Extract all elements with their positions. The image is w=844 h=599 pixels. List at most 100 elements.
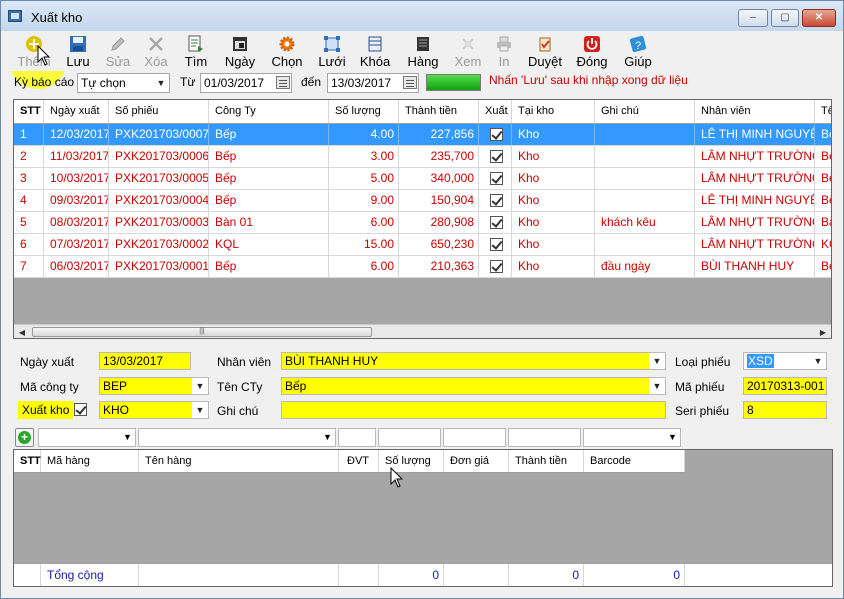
item-barcode-combo[interactable]: ▼ [583,428,681,447]
cell-voucher[interactable]: PXK201703/0006 [109,146,209,167]
cell-staff[interactable]: LÊ THỊ MINH NGUYỆT [695,124,815,145]
table-row[interactable]: 6 07/03/2017 PXK201703/0002 KQL 15.00 650,230… [14,234,831,256]
cell-date[interactable]: 08/03/2017 [44,212,109,233]
voucher-grid[interactable]: STT Ngày xuất Số phiếu Công Ty Số lượng … [13,99,832,339]
item-qty-field[interactable] [378,428,441,447]
table-row[interactable]: 3 10/03/2017 PXK201703/0005 Bếp 5.00 340,000 K… [14,168,831,190]
col-staff[interactable]: Nhân viên [695,100,815,123]
cell-extra[interactable]: KQ [815,234,831,255]
cell-warehouse[interactable]: Kho [512,146,595,167]
cell-stt[interactable]: 3 [14,168,44,189]
cell-amount[interactable]: 650,230 [399,234,479,255]
select-button[interactable]: Chọn [267,33,307,69]
cell-stt[interactable]: 4 [14,190,44,211]
cell-warehouse[interactable]: Kho [512,256,595,277]
col-amount[interactable]: Thành tiền [399,100,479,123]
scroll-right-icon[interactable]: ▶ [817,327,829,338]
close-button[interactable]: ✕ [802,9,836,27]
cell-stt[interactable]: 5 [14,212,44,233]
exported-cell[interactable] [479,234,512,255]
cell-warehouse[interactable]: Kho [512,124,595,145]
items-col-stt[interactable]: STT [14,450,41,472]
export-warehouse-checkbox[interactable] [74,403,87,416]
items-col-code[interactable]: Mã hàng [41,450,139,472]
print-button[interactable]: In [490,33,518,69]
cell-voucher[interactable]: PXK201703/0007 [109,124,209,145]
close-form-button[interactable]: Đóng [574,33,610,69]
cell-date[interactable]: 10/03/2017 [44,168,109,189]
cell-date[interactable]: 09/03/2017 [44,190,109,211]
col-warehouse[interactable]: Tại kho [512,100,595,123]
cell-voucher[interactable]: PXK201703/0003 [109,212,209,233]
cell-staff[interactable]: LÂM NHỰT TRƯỜNG [695,212,815,233]
voucher-code-field[interactable]: 20170313-001 [743,377,827,395]
exported-checkbox[interactable] [490,128,503,142]
cell-staff[interactable]: LÂM NHỰT TRƯỜNG [695,234,815,255]
from-date-picker[interactable]: 01/03/2017 [200,73,292,93]
cell-qty[interactable]: 6.00 [329,212,399,233]
items-col-name[interactable]: Tên hàng [139,450,339,472]
exported-cell[interactable] [479,256,512,277]
col-date[interactable]: Ngày xuất [44,100,109,123]
cell-amount[interactable]: 280,908 [399,212,479,233]
exported-cell[interactable] [479,212,512,233]
horizontal-scrollbar[interactable]: ◀ ||| ▶ [14,324,831,338]
cell-staff[interactable]: LÊ THỊ MINH NGUYỆT [695,190,815,211]
cell-amount[interactable]: 150,904 [399,190,479,211]
exported-checkbox[interactable] [490,150,503,164]
minimize-button[interactable]: ‒ [738,9,768,27]
delete-button[interactable]: Xóa [139,33,173,69]
note-field[interactable] [281,401,666,419]
company-code-combo[interactable]: BEP ▼ [99,377,209,395]
item-unit-field[interactable] [338,428,376,447]
date-button[interactable]: Ngày [220,33,260,69]
cell-warehouse[interactable]: Kho [512,168,595,189]
cell-qty[interactable]: 3.00 [329,146,399,167]
cell-warehouse[interactable]: Kho [512,190,595,211]
cell-extra[interactable]: Bà [815,212,831,233]
cell-extra[interactable]: Bế [815,146,831,167]
cell-note[interactable] [595,124,695,145]
cell-qty[interactable]: 4.00 [329,124,399,145]
cell-qty[interactable]: 5.00 [329,168,399,189]
cell-company[interactable]: Bếp [209,256,329,277]
cell-company[interactable]: Bếp [209,124,329,145]
cell-company[interactable]: Bàn 01 [209,212,329,233]
col-note[interactable]: Ghi chú [595,100,695,123]
col-qty[interactable]: Số lượng [329,100,399,123]
exported-checkbox[interactable] [490,238,503,252]
col-exported[interactable]: Xuất [479,100,512,123]
cell-company[interactable]: Bếp [209,168,329,189]
exported-cell[interactable] [479,124,512,145]
col-company[interactable]: Công Ty [209,100,329,123]
serial-field[interactable]: 8 [743,401,827,419]
calendar-dropdown-icon[interactable] [403,76,417,89]
items-col-unit[interactable]: ĐVT [339,450,379,472]
cell-company[interactable]: KQL [209,234,329,255]
grid-button[interactable]: Lưới [314,33,350,69]
cell-date[interactable]: 06/03/2017 [44,256,109,277]
staff-combo[interactable]: BÙI THANH HUY ▼ [281,352,666,370]
cell-company[interactable]: Bếp [209,190,329,211]
cell-staff[interactable]: LÂM NHỰT TRƯỜNG [695,168,815,189]
item-amount-field[interactable] [508,428,581,447]
scroll-left-icon[interactable]: ◀ [16,327,28,338]
cell-stt[interactable]: 6 [14,234,44,255]
help-button[interactable]: ? Giúp [621,33,655,69]
add-item-button[interactable]: + [15,428,34,447]
exported-cell[interactable] [479,168,512,189]
cell-amount[interactable]: 235,700 [399,146,479,167]
company-name-combo[interactable]: Bếp ▼ [281,377,666,395]
cell-note[interactable] [595,146,695,167]
col-stt[interactable]: STT [14,100,44,123]
cell-voucher[interactable]: PXK201703/0005 [109,168,209,189]
cell-date[interactable]: 11/03/2017 [44,146,109,167]
cell-amount[interactable]: 340,000 [399,168,479,189]
items-grid[interactable]: STT Mã hàng Tên hàng ĐVT Số lượng Đơn gi… [13,449,833,587]
edit-button[interactable]: Sửa [100,33,136,69]
cell-date[interactable]: 12/03/2017 [44,124,109,145]
to-date-picker[interactable]: 13/03/2017 [327,73,419,93]
items-col-qty[interactable]: Số lượng [379,450,444,472]
item-name-combo[interactable]: ▼ [138,428,336,447]
cell-voucher[interactable]: PXK201703/0002 [109,234,209,255]
